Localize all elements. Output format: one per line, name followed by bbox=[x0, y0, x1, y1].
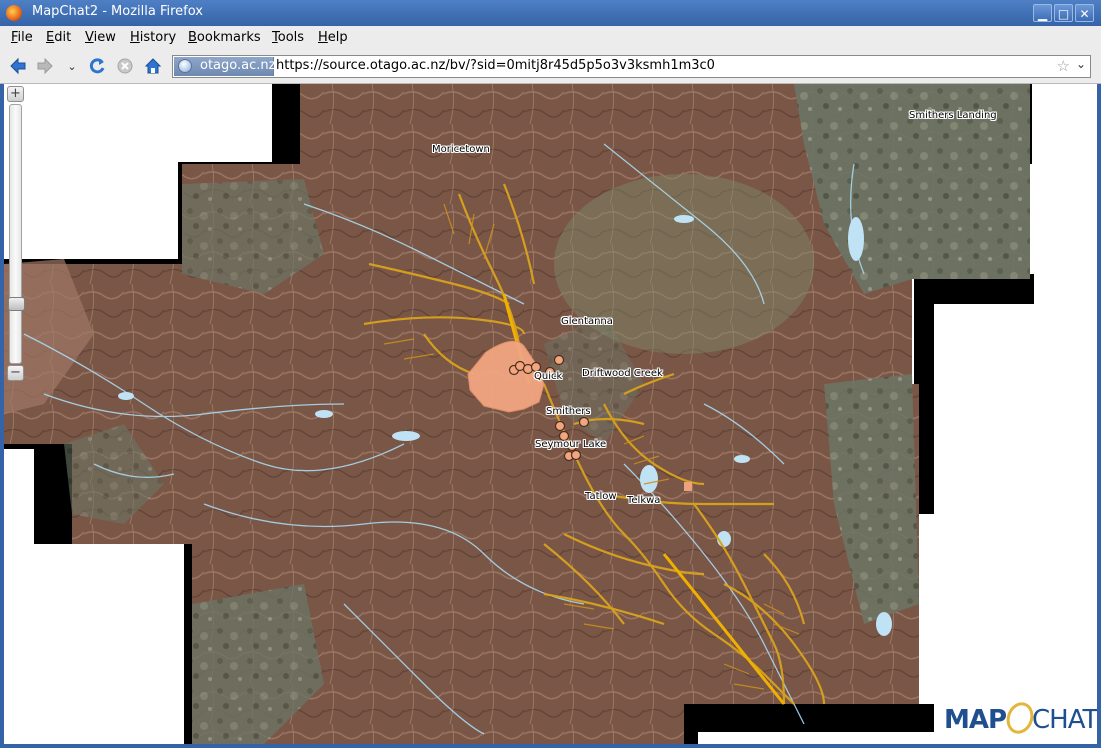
zoom-slider-track[interactable] bbox=[8, 104, 25, 364]
logo-chat-text: CHAT bbox=[1032, 705, 1097, 735]
menu-tools[interactable]: Tools bbox=[272, 30, 304, 45]
window-border-right bbox=[1097, 84, 1101, 744]
menu-history[interactable]: History bbox=[130, 30, 176, 45]
place-label: Smithers bbox=[546, 406, 591, 417]
navigation-toolbar: ⌄ otago.ac.nz https://source.otago.ac.nz… bbox=[0, 50, 1101, 84]
place-label: Glentanna bbox=[561, 316, 613, 327]
url-bar[interactable]: otago.ac.nz https://source.otago.ac.nz/b… bbox=[172, 55, 1091, 78]
place-label: Tatlow bbox=[585, 491, 617, 502]
stop-icon[interactable] bbox=[115, 57, 135, 77]
menu-file[interactable]: File bbox=[11, 30, 33, 45]
place-label: Quick bbox=[534, 371, 563, 382]
mapchat-logo: MAP CHAT bbox=[944, 698, 1097, 738]
zoom-control: + − bbox=[7, 86, 25, 382]
window-border-bottom bbox=[0, 744, 1101, 748]
site-domain: otago.ac.nz bbox=[200, 58, 276, 73]
menu-bookmarks[interactable]: Bookmarks bbox=[188, 30, 261, 45]
url-dropdown-icon[interactable]: ⌄ bbox=[1076, 57, 1086, 71]
globe-icon bbox=[178, 59, 192, 73]
place-label: Smithers Landing bbox=[909, 110, 997, 121]
site-identity-button[interactable]: otago.ac.nz bbox=[174, 57, 276, 76]
bookmark-star-icon[interactable]: ☆ bbox=[1057, 57, 1070, 75]
menubar: File Edit View History Bookmarks Tools H… bbox=[0, 26, 1101, 50]
url-text[interactable]: https://source.otago.ac.nz/bv/?sid=0mitj… bbox=[276, 58, 715, 73]
place-label: Driftwood Creek bbox=[582, 368, 663, 379]
home-icon[interactable] bbox=[143, 57, 163, 77]
window-border-left bbox=[0, 84, 4, 744]
minimize-button[interactable]: ▁ bbox=[1033, 4, 1052, 22]
maximize-button[interactable]: □ bbox=[1054, 4, 1073, 22]
menu-help[interactable]: Help bbox=[318, 30, 348, 45]
firefox-icon bbox=[6, 5, 22, 21]
reload-icon[interactable] bbox=[87, 57, 107, 77]
history-dropdown-icon[interactable]: ⌄ bbox=[62, 57, 82, 77]
close-button[interactable]: ✕ bbox=[1075, 4, 1094, 22]
place-label: Moricetown bbox=[432, 144, 490, 155]
place-label: Seymour Lake bbox=[535, 439, 607, 450]
zoom-out-button[interactable]: − bbox=[7, 365, 24, 381]
map-view[interactable]: Smithers Landing Moricetown Glentanna Qu… bbox=[4, 84, 1097, 744]
zoom-slider-handle[interactable] bbox=[8, 297, 25, 311]
logo-map-text: MAP bbox=[944, 705, 1007, 735]
back-arrow-icon[interactable] bbox=[8, 57, 28, 77]
place-label: Telkwa bbox=[627, 495, 661, 506]
menu-view[interactable]: View bbox=[85, 30, 116, 45]
window-title: MapChat2 - Mozilla Firefox bbox=[32, 4, 203, 19]
window-titlebar: MapChat2 - Mozilla Firefox ▁ □ ✕ bbox=[0, 0, 1101, 27]
forward-arrow-icon[interactable] bbox=[35, 57, 55, 77]
zoom-in-button[interactable]: + bbox=[7, 86, 24, 102]
menu-edit[interactable]: Edit bbox=[46, 30, 71, 45]
